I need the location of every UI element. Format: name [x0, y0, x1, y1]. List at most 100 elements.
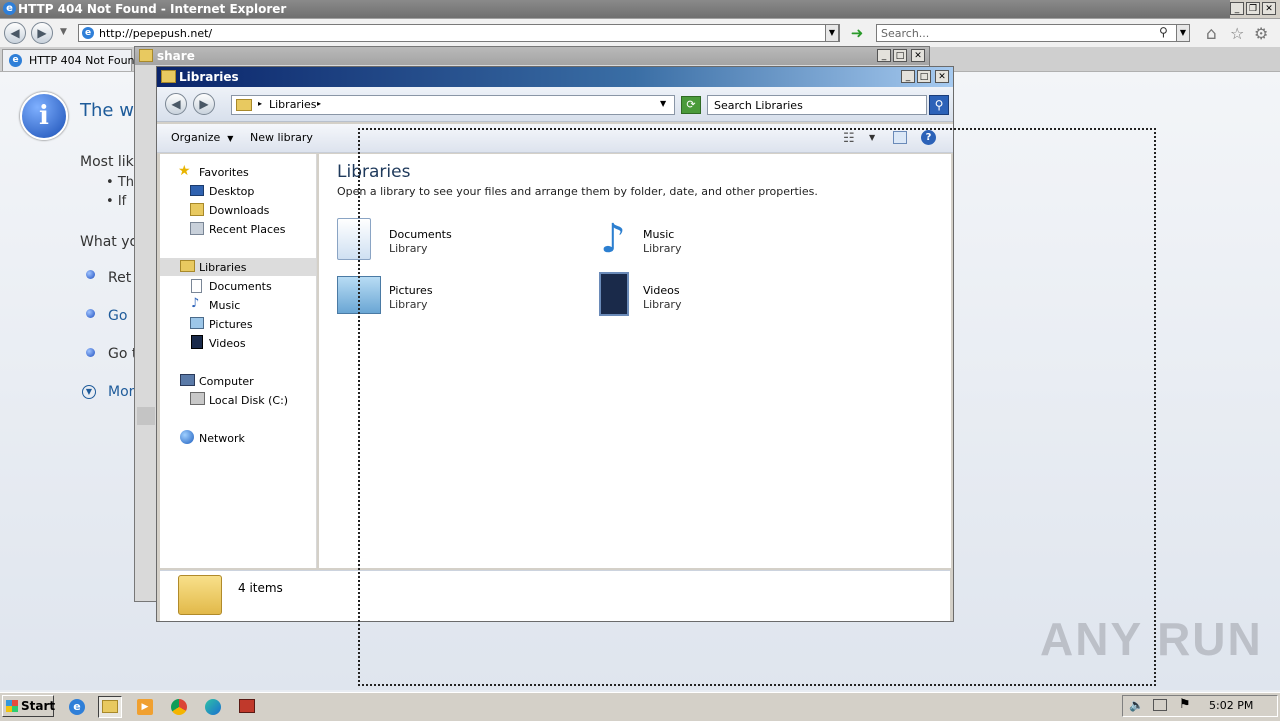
page-icon: e [82, 27, 94, 39]
breadcrumb-chevron-icon[interactable]: ▸ [258, 99, 262, 108]
ie-minimize-button[interactable]: _ [1230, 2, 1244, 15]
clock[interactable]: 5:02 PM [1209, 699, 1253, 712]
cause-bullet-1: • Th [106, 175, 134, 190]
share-window-title: share [157, 49, 195, 63]
ie-close-button[interactable]: ✕ [1262, 2, 1276, 15]
cause-bullet-1-text: Th [117, 175, 134, 190]
nav-favorites[interactable]: Favorites [199, 166, 249, 179]
refresh-icon[interactable]: ⟳ [681, 96, 701, 114]
cause-bullet-2: • If [106, 194, 127, 209]
taskbar-app-icon[interactable] [236, 696, 260, 718]
favorites-star-icon: ★ [178, 163, 191, 179]
nav-documents[interactable]: Documents [209, 280, 272, 293]
nav-desktop[interactable]: Desktop [209, 185, 254, 198]
organize-label[interactable]: Organize [171, 131, 220, 144]
music-icon: ♪ [191, 296, 200, 311]
breadcrumb-libraries[interactable]: Libraries [269, 98, 317, 111]
new-library-button[interactable]: New library [250, 131, 313, 144]
search-icon[interactable]: ⚲ [1159, 25, 1168, 39]
address-bar[interactable]: e http://pepepush.net/ [78, 24, 840, 42]
libraries-search-icon[interactable]: ⚲ [929, 95, 949, 115]
more-info-link[interactable]: Mor [108, 384, 134, 400]
nav-pictures[interactable]: Pictures [209, 318, 253, 331]
retry-bullet-icon [86, 270, 95, 279]
recent-places-icon [190, 222, 204, 235]
cause-bullet-2-text: If [117, 194, 127, 209]
nav-computer[interactable]: Computer [199, 375, 254, 388]
taskbar-explorer-icon[interactable] [98, 696, 122, 718]
favorites-star-icon[interactable]: ☆ [1230, 24, 1244, 43]
share-maximize-button[interactable]: □ [893, 49, 907, 62]
go-link-1[interactable]: Go [108, 308, 127, 324]
ie-forward-button[interactable]: ▶ [31, 22, 53, 44]
more-info-chevron-icon[interactable]: ▼ [82, 385, 96, 399]
breadcrumb-folder-icon [236, 99, 252, 111]
libraries-back-button[interactable]: ◀ [165, 93, 187, 115]
share-minimize-button[interactable]: _ [877, 49, 891, 62]
nav-recent-places[interactable]: Recent Places [209, 223, 286, 236]
retry-text: Ret [108, 270, 132, 286]
share-title-bar: share [135, 47, 929, 65]
breadcrumb-dropdown-icon[interactable]: ▼ [660, 99, 666, 108]
search-dropdown-icon[interactable]: ▼ [1176, 24, 1190, 42]
go-text-2: Go t [108, 346, 138, 362]
libraries-nav-icon [180, 260, 195, 272]
libraries-maximize-button[interactable]: □ [917, 70, 931, 83]
computer-icon [180, 374, 195, 386]
action-center-flag-icon[interactable]: ⚑ [1179, 697, 1191, 712]
taskbar-media-player-icon[interactable]: ▶ [134, 696, 158, 718]
ie-search-box[interactable]: Search... ⚲ [876, 24, 1190, 42]
tools-gear-icon[interactable]: ⚙ [1254, 24, 1268, 43]
libraries-search-box[interactable]: Search Libraries [707, 95, 927, 115]
item-count: 4 items [238, 581, 283, 595]
breadcrumb[interactable]: ▸ Libraries ▸ ▼ [231, 95, 675, 115]
address-text[interactable]: http://pepepush.net/ [99, 27, 212, 40]
go-arrow-icon[interactable]: ➜ [848, 24, 866, 42]
tab-label[interactable]: HTTP 404 Not Found [29, 54, 142, 67]
share-close-button[interactable]: ✕ [911, 49, 925, 62]
organize-button[interactable]: Organize ▼ [171, 131, 233, 144]
ie-back-button[interactable]: ◀ [4, 22, 26, 44]
downloads-folder-icon [190, 203, 204, 216]
libraries-search-placeholder[interactable]: Search Libraries [714, 99, 803, 112]
volume-icon[interactable]: 🔈 [1129, 698, 1144, 712]
ie-window-title: HTTP 404 Not Found - Internet Explorer [18, 2, 287, 16]
navigation-pane: ★ Favorites Desktop Downloads Recent Pla… [160, 154, 317, 568]
nav-libraries[interactable]: Libraries [199, 261, 247, 274]
start-label[interactable]: Start [21, 699, 55, 713]
network-tray-icon[interactable] [1153, 699, 1167, 711]
address-dropdown-icon[interactable]: ▼ [825, 24, 839, 42]
recent-pages-dropdown-icon[interactable]: ▼ [60, 27, 67, 37]
desktop-icon [190, 185, 204, 196]
nav-downloads[interactable]: Downloads [209, 204, 269, 217]
ie-restore-button[interactable]: ❐ [1246, 2, 1260, 15]
breadcrumb-next-chevron-icon[interactable]: ▸ [317, 99, 321, 108]
libraries-close-button[interactable]: ✕ [935, 70, 949, 83]
nav-music[interactable]: Music [209, 299, 240, 312]
taskbar [0, 692, 1280, 721]
organize-dropdown-icon[interactable]: ▼ [227, 134, 233, 143]
nav-videos[interactable]: Videos [209, 337, 246, 350]
network-icon [180, 430, 194, 444]
libraries-forward-button[interactable]: ▶ [193, 93, 215, 115]
go-bullet-icon-2 [86, 348, 95, 357]
taskbar-edge-icon[interactable] [202, 696, 226, 718]
libraries-minimize-button[interactable]: _ [901, 70, 915, 83]
start-button[interactable]: Start [2, 695, 55, 717]
nav-network[interactable]: Network [199, 432, 245, 445]
home-icon[interactable]: ⌂ [1206, 24, 1217, 44]
system-tray: 🔈 ⚑ 5:02 PM [1122, 695, 1278, 717]
libraries-large-folder-icon [178, 575, 222, 615]
taskbar-ie-icon[interactable]: e [66, 696, 90, 718]
share-scroll-marker [137, 407, 155, 425]
go-bullet-icon-1 [86, 309, 95, 318]
anyrun-watermark: ANY RUN [1040, 613, 1263, 665]
nav-local-disk[interactable]: Local Disk (C:) [209, 394, 288, 407]
taskbar-chrome-icon[interactable] [168, 696, 192, 718]
libraries-window-title: Libraries [179, 70, 239, 84]
ie-search-placeholder[interactable]: Search... [881, 27, 929, 40]
local-disk-icon [190, 392, 205, 405]
ie-tab[interactable]: e HTTP 404 Not Found [2, 49, 142, 71]
what-you-can-try-text: What yo [80, 234, 139, 250]
ie-logo-icon: e [3, 2, 16, 15]
